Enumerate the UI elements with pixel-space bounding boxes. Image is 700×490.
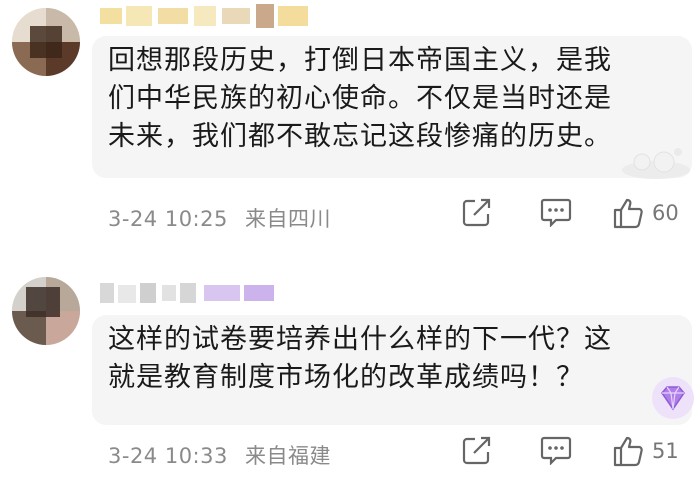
location: 来自福建 [245,444,332,468]
timestamp: 3-24 10:33 [108,444,228,468]
comment-item: 这样的试卷要培养出什么样的下一代？这 就是教育制度市场化的改革成绩吗！？ 3-2… [0,265,700,490]
comment-text: 回想那段历史，打倒日本帝国主义，是我 们中华民族的初心使命。不仅是当时还是 未来… [108,45,612,152]
share-icon [462,436,491,465]
like-button[interactable]: 51 [612,435,679,467]
avatar[interactable] [12,8,80,76]
reply-button[interactable] [540,197,572,227]
comment-text: 这样的试卷要培养出什么样的下一代？这 就是教育制度市场化的改革成绩吗！？ [108,324,612,393]
comment-meta: 3-24 10:25 来自四川 [108,203,331,233]
avatar[interactable] [12,277,80,345]
reply-button[interactable] [540,435,572,465]
comment-meta: 3-24 10:33 来自福建 [108,440,331,470]
location: 来自四川 [245,207,332,231]
comment-item: 回想那段历史，打倒日本帝国主义，是我 们中华民族的初心使命。不仅是当时还是 未来… [0,0,700,255]
like-count: 60 [652,201,679,225]
username-blurred[interactable] [100,2,320,30]
comment-icon [540,198,572,227]
bubble-decoration-icon [622,148,690,179]
thumbs-up-icon [613,436,643,467]
like-count: 51 [652,439,679,463]
like-button[interactable]: 60 [612,197,679,229]
username-blurred[interactable] [100,279,300,307]
share-button[interactable] [462,435,492,465]
share-button[interactable] [462,197,492,227]
share-icon [462,198,491,227]
timestamp: 3-24 10:25 [108,207,228,231]
comment-icon [540,436,572,465]
thumbs-up-icon [613,198,643,229]
diamond-badge-icon [652,377,694,419]
